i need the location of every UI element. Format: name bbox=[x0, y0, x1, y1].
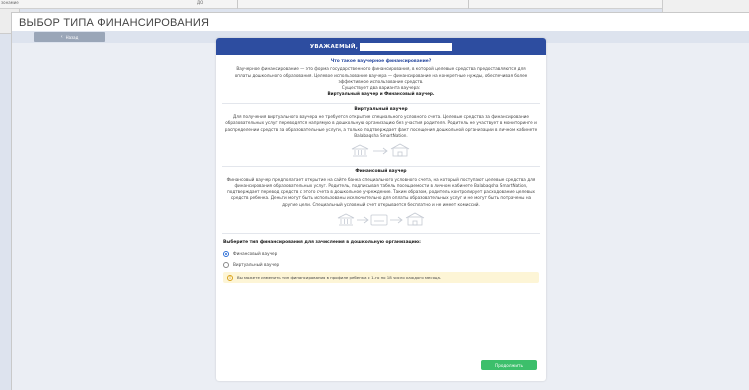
background-window-text-2: ДО bbox=[197, 0, 204, 5]
virtual-voucher-section: Виртуальный ваучер Для получения виртуал… bbox=[216, 107, 546, 158]
bank-to-account-to-school-icon bbox=[337, 212, 425, 226]
info-icon: ! bbox=[227, 274, 233, 281]
intro-question: Что такое ваучерное финансирование? bbox=[330, 59, 432, 64]
bank-to-school-icon bbox=[351, 143, 410, 157]
background-window-strip: зонамие ДО bbox=[0, 0, 749, 9]
notice-text: Вы можете изменить тип финансирования в … bbox=[237, 275, 442, 281]
continue-button[interactable]: Продолжить bbox=[481, 360, 537, 370]
financial-voucher-illustration bbox=[222, 211, 540, 227]
radio-financial-voucher[interactable]: Финансовый ваучер bbox=[216, 249, 546, 258]
info-notice: ! Вы можете изменить тип финансирования … bbox=[223, 272, 539, 284]
divider bbox=[222, 166, 540, 168]
card-header: УВАЖАЕМЫЙ, bbox=[216, 38, 546, 55]
back-button[interactable]: ‹ Назад bbox=[34, 32, 105, 42]
intro-section: Что такое ваучерное финансирование? Вауч… bbox=[216, 59, 546, 98]
voucher-card: УВАЖАЕМЫЙ, Что такое ваучерное финансиро… bbox=[216, 38, 546, 381]
radio-button-selected[interactable] bbox=[223, 250, 229, 257]
page-title: ВЫБОР ТИПА ФИНАНСИРОВАНИЯ bbox=[19, 17, 210, 29]
greeting: УВАЖАЕМЫЙ, bbox=[309, 43, 359, 50]
chevron-left-icon: ‹ bbox=[60, 34, 63, 40]
back-button-label: Назад bbox=[65, 34, 79, 40]
radio-button[interactable] bbox=[223, 261, 229, 268]
radio-label: Виртуальный ваучер bbox=[233, 262, 280, 268]
virtual-voucher-illustration bbox=[222, 142, 540, 158]
financial-voucher-section: Финансовый ваучер Финансовый ваучер пред… bbox=[216, 169, 546, 227]
intro-text: Ваучерное финансирование — это форма гос… bbox=[234, 66, 528, 84]
user-name-box bbox=[360, 42, 453, 51]
background-divider bbox=[468, 0, 469, 9]
variants-bold: Виртуальный ваучер и Финансовый ваучер. bbox=[327, 91, 435, 97]
virtual-voucher-title: Виртуальный ваучер bbox=[354, 106, 408, 112]
divider bbox=[222, 102, 540, 104]
virtual-voucher-text: Для получения виртуального ваучера не тр… bbox=[224, 114, 538, 138]
divider bbox=[222, 233, 540, 235]
financial-voucher-text: Финансовый ваучер предполагает открытие … bbox=[226, 176, 536, 207]
background-window-text: зонамие bbox=[1, 0, 19, 5]
background-divider bbox=[237, 0, 238, 9]
choice-section: Выберите тип финансирования для зачислен… bbox=[216, 240, 546, 284]
financial-voucher-title: Финансовый ваучер bbox=[355, 169, 407, 175]
radio-virtual-voucher[interactable]: Виртуальный ваучер bbox=[216, 260, 546, 269]
radio-label: Финансовый ваучер bbox=[233, 251, 278, 257]
